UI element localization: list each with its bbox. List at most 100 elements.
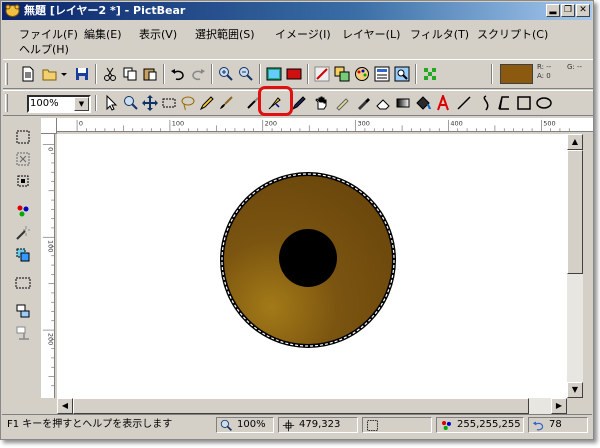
close-button[interactable]: ✕ [576, 4, 590, 17]
magic-wand-icon[interactable] [14, 224, 32, 242]
current-color-swatch[interactable] [500, 64, 533, 84]
menu-layer[interactable]: レイヤー(L) [339, 27, 403, 42]
brush-settings-icon[interactable] [313, 65, 331, 83]
dropdown-arrow-icon[interactable] [59, 65, 69, 83]
chevron-down-icon[interactable]: ▼ [74, 97, 89, 111]
zoom-select[interactable]: 100% ▼ [27, 95, 91, 113]
status-zoom: 100% [216, 417, 274, 433]
zoom-in-icon[interactable] [217, 65, 235, 83]
brush-icon[interactable] [217, 94, 235, 112]
undo-icon[interactable] [169, 65, 187, 83]
h-ruler-label: 500 [543, 119, 555, 127]
zoom-select-value: 100% [30, 98, 59, 109]
anchor-icon[interactable] [14, 324, 32, 342]
h-ruler-label: 100 [172, 119, 184, 127]
eraser2-icon[interactable] [374, 94, 392, 112]
menu-selection[interactable]: 選択範囲(S) [192, 27, 258, 42]
restore-button[interactable]: ❐ [561, 4, 575, 17]
menu-filter[interactable]: フィルタ(T) [407, 27, 472, 42]
status-color: 255,255,255 [436, 417, 524, 433]
menu-script[interactable]: スクリプト(C) [474, 27, 551, 42]
move-tool-icon[interactable] [141, 94, 159, 112]
cut-icon[interactable] [101, 65, 119, 83]
h-ruler-label: 400 [450, 119, 462, 127]
open-folder-icon[interactable] [41, 65, 59, 83]
status-history-value: 78 [549, 419, 562, 430]
paste-icon[interactable] [141, 65, 159, 83]
deselect-icon[interactable] [14, 150, 32, 168]
hand-icon[interactable] [313, 94, 331, 112]
pencil-icon[interactable] [198, 94, 216, 112]
ellipse-tool-icon[interactable] [535, 94, 553, 112]
copy-icon[interactable] [121, 65, 139, 83]
navigator-icon[interactable] [373, 65, 391, 83]
eye-pupil [279, 229, 337, 287]
menu-help[interactable]: ヘルプ(H) [16, 42, 72, 57]
merge-layer-icon[interactable] [14, 302, 32, 320]
rectangle-tool-icon[interactable] [515, 94, 533, 112]
crop-select-icon[interactable] [14, 172, 32, 190]
horizontal-scroll-thumb[interactable] [73, 398, 529, 414]
marquee-icon[interactable] [14, 274, 32, 292]
minimize-button[interactable]: ▂ [546, 4, 560, 17]
redo-icon[interactable] [189, 65, 207, 83]
vertical-scrollbar[interactable]: ▲ ▼ [567, 134, 583, 398]
toolbar-grip[interactable] [5, 94, 8, 112]
menu-image[interactable]: イメージ(I) [272, 27, 334, 42]
status-selection-size [362, 417, 432, 433]
ruler-corner [41, 118, 57, 134]
color-dots-icon [442, 421, 451, 430]
scroll-down-button[interactable]: ▼ [567, 382, 583, 398]
menu-file[interactable]: ファイル(F) [16, 27, 81, 42]
save-icon[interactable] [73, 65, 91, 83]
zoom-tool-icon[interactable] [122, 94, 140, 112]
v-ruler-label: 100 [46, 240, 54, 252]
menu-view[interactable]: 表示(V) [136, 27, 180, 42]
h-ruler-label: 300 [358, 119, 370, 127]
rect-select-icon[interactable] [160, 94, 178, 112]
layers-icon[interactable] [333, 65, 351, 83]
new-file-icon[interactable] [19, 65, 37, 83]
scroll-up-button[interactable]: ▲ [567, 134, 583, 150]
image-search-icon[interactable] [393, 65, 411, 83]
zoom-out-icon[interactable] [237, 65, 255, 83]
selection-toolbox [7, 118, 40, 418]
horizontal-scrollbar[interactable]: ◀ ▶ [57, 398, 567, 414]
curve-tool-icon[interactable] [475, 94, 493, 112]
v-ruler-label: 0 [46, 147, 54, 151]
fill-bucket-icon[interactable] [414, 94, 432, 112]
arrow-select-icon[interactable] [103, 94, 121, 112]
layer-tree-icon[interactable] [421, 65, 439, 83]
canvas-area: 0 100 200 300 400 500 0 100 200 ▲ ▼ ◀ ▶ [41, 118, 593, 414]
tools-toolbar: 100% ▼ [3, 90, 593, 116]
status-coords: 479,323 [278, 417, 358, 433]
main-toolbar: R: -- A: 0 G: -- [3, 59, 593, 89]
select-all-icon[interactable] [14, 128, 32, 146]
status-coords-value: 479,323 [299, 419, 341, 430]
vertical-scroll-thumb[interactable] [567, 150, 583, 274]
toolbar-grip[interactable] [5, 63, 8, 85]
polyline-tool-icon[interactable] [495, 94, 513, 112]
status-bar: F1 キーを押すとヘルプを表示します 100% 479,323 255,255,… [2, 414, 592, 434]
image-icon[interactable] [265, 65, 283, 83]
menu-edit[interactable]: 編集(E) [81, 27, 125, 42]
undo-history-icon [532, 421, 544, 431]
v-ruler-label: 200 [46, 333, 54, 345]
title-bar[interactable]: 無題 [レイヤー2 *] - PictBear ▂ ❐ ✕ [2, 2, 592, 20]
smudge-finger-icon[interactable] [333, 94, 351, 112]
fill-rect-icon[interactable] [285, 65, 303, 83]
image-canvas[interactable] [57, 134, 567, 398]
palette-icon[interactable] [353, 65, 371, 83]
transform-icon[interactable] [14, 246, 32, 264]
line-tool-icon[interactable] [455, 94, 473, 112]
lasso-icon[interactable] [179, 94, 197, 112]
color-readout: R: -- A: 0 [537, 63, 552, 80]
scroll-left-button[interactable]: ◀ [57, 398, 73, 414]
scroll-right-button[interactable]: ▶ [551, 398, 567, 414]
status-color-value: 255,255,255 [457, 419, 521, 430]
eyedropper-icon[interactable] [354, 94, 372, 112]
h-ruler-label: 200 [265, 119, 277, 127]
gradient-icon[interactable] [394, 94, 412, 112]
color-select-icon[interactable] [14, 202, 32, 220]
text-tool-icon[interactable] [434, 94, 452, 112]
